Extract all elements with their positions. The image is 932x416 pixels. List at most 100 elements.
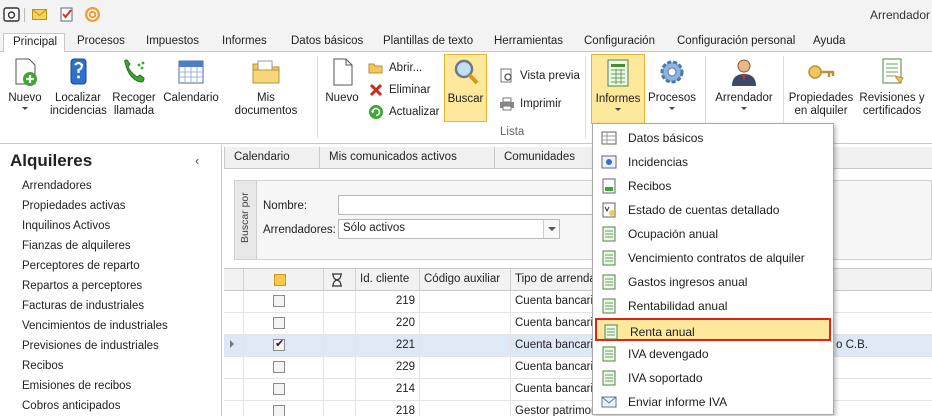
nuevo-button[interactable]: Nuevo (6, 56, 44, 110)
nav-item-cobros[interactable]: Cobros anticipados (22, 400, 120, 412)
row-checkbox-cell (244, 379, 324, 401)
menu-item-enviar-informe-iva[interactable]: Enviar informe IVA (595, 390, 831, 413)
tab-configuracion-personal[interactable]: Configuración personal (677, 33, 795, 52)
printer-icon (500, 97, 514, 111)
localizar-incidencias-button[interactable]: Localizar incidencias (50, 56, 107, 118)
nombre-input[interactable] (338, 195, 598, 215)
nav-item-arrendadores[interactable]: Arrendadores (22, 180, 92, 192)
data-table-icon (601, 131, 617, 145)
nav-item-emisiones[interactable]: Emisiones de recibos (22, 380, 131, 392)
account-statement-icon (602, 202, 616, 218)
left-navigation-panel: Alquileres ‹ Arrendadores Propiedades ac… (0, 145, 222, 416)
row-checkbox[interactable] (273, 337, 285, 351)
tab-procesos[interactable]: Procesos (77, 33, 125, 52)
chevron-down-icon (741, 107, 747, 110)
row-checkbox-cell (244, 335, 324, 357)
report-icon (604, 324, 618, 340)
gear-icon (660, 60, 684, 84)
nav-item-fianzas[interactable]: Fianzas de alquileres (22, 240, 131, 252)
mis-documentos-button[interactable]: Mis documentos (226, 56, 306, 118)
search-incident-icon (70, 58, 87, 85)
tab-informes[interactable]: Informes (222, 33, 267, 52)
grid-header-id[interactable]: Id. cliente (356, 269, 420, 291)
menu-item-gastos-ingresos[interactable]: Gastos ingresos anual (595, 270, 831, 293)
nav-item-repartos[interactable]: Repartos a perceptores (22, 280, 142, 292)
tasks-icon[interactable] (58, 6, 75, 23)
menu-item-vencimiento-contratos[interactable]: Vencimiento contratos de alquiler (595, 246, 831, 269)
doc-tab-calendario[interactable]: Calendario (224, 147, 320, 169)
report-icon (602, 346, 616, 362)
tab-herramientas[interactable]: Herramientas (494, 33, 563, 52)
arrendadores-select[interactable]: Sólo activos (338, 219, 560, 239)
nombre-label: Nombre: (263, 200, 308, 212)
nav-item-perceptores[interactable]: Perceptores de reparto (22, 260, 140, 272)
menu-item-datos-basicos[interactable]: Datos básicos (595, 126, 831, 149)
imprimir-button[interactable]: Imprimir (499, 94, 562, 114)
row-checkbox[interactable] (273, 383, 285, 395)
rss-icon[interactable] (84, 6, 101, 23)
nav-item-recibos[interactable]: Recibos (22, 360, 64, 372)
quick-access-separator (24, 8, 25, 22)
select-all-checkbox[interactable] (274, 274, 286, 286)
grid-header-indicator (224, 269, 244, 291)
buscar-button[interactable]: Buscar (444, 54, 487, 122)
calendario-button[interactable]: Calendario (163, 56, 219, 105)
menu-item-ocupacion-anual[interactable]: Ocupación anual (595, 222, 831, 245)
row-indicator-cell (224, 379, 244, 401)
chevron-down-icon (669, 107, 675, 110)
tab-plantillas[interactable]: Plantillas de texto (383, 33, 473, 52)
actualizar-button[interactable]: Actualizar (368, 102, 440, 122)
tab-configuracion[interactable]: Configuración (584, 33, 655, 52)
app-logo-icon[interactable] (3, 6, 20, 23)
tab-datos-basicos[interactable]: Datos básicos (291, 33, 363, 52)
receipt-icon (602, 178, 616, 194)
user-icon (732, 59, 756, 86)
tab-principal[interactable]: Principal (3, 33, 65, 53)
cell-codigo (420, 401, 511, 416)
nav-item-facturas[interactable]: Facturas de industriales (22, 300, 144, 312)
vista-previa-button[interactable]: Vista previa (499, 66, 580, 86)
nuevo-lista-button[interactable]: Nuevo (323, 56, 361, 105)
menu-item-rentabilidad-anual[interactable]: Rentabilidad anual (595, 294, 831, 317)
cell-id: 221 (356, 335, 420, 357)
arrendador-button[interactable]: Arrendador (712, 56, 776, 110)
row-status-cell (324, 313, 356, 335)
doc-tab-comunidades[interactable]: Comunidades (495, 147, 605, 169)
eliminar-button[interactable]: Eliminar (368, 80, 431, 100)
grid-header-codigo[interactable]: Código auxiliar (420, 269, 511, 291)
nav-item-propiedades-activas[interactable]: Propiedades activas (22, 200, 126, 212)
propiedades-alquiler-button[interactable]: Propiedades en alquiler (788, 56, 854, 118)
revisiones-certificados-button[interactable]: Revisiones y certificados (858, 56, 926, 118)
mail-icon[interactable] (31, 6, 48, 23)
menu-item-iva-devengado[interactable]: IVA devengado (595, 342, 831, 365)
menu-item-estado-cuentas[interactable]: Estado de cuentas detallado (595, 198, 831, 221)
procesos-button[interactable]: Procesos (648, 56, 696, 110)
nav-item-previsiones[interactable]: Previsiones de industriales (22, 340, 159, 352)
window-title: Arrendador (869, 8, 930, 22)
row-checkbox[interactable] (273, 405, 285, 416)
send-report-icon (601, 396, 617, 408)
report-icon (602, 226, 616, 242)
row-indicator-cell (224, 313, 244, 335)
menu-item-recibos[interactable]: Recibos (595, 174, 831, 197)
informes-button[interactable]: Informes (591, 54, 645, 124)
tab-impuestos[interactable]: Impuestos (146, 33, 199, 52)
row-checkbox[interactable] (273, 361, 285, 373)
cell-codigo (420, 335, 511, 357)
recoger-llamada-button[interactable]: Recoger llamada (111, 56, 157, 118)
chevron-down-icon[interactable] (543, 220, 559, 238)
doc-tab-comunicados[interactable]: Mis comunicados activos (320, 147, 495, 169)
abrir-button[interactable]: Abrir... (368, 58, 422, 78)
row-checkbox[interactable] (273, 295, 285, 307)
menu-item-iva-soportado[interactable]: IVA soportado (595, 366, 831, 389)
menu-item-renta-anual[interactable]: Renta anual (595, 318, 831, 341)
chevron-left-icon[interactable]: ‹ (195, 153, 199, 168)
cell-id: 218 (356, 401, 420, 416)
grid-header-select-all[interactable] (244, 269, 324, 291)
tab-ayuda[interactable]: Ayuda (813, 33, 845, 52)
ribbon-tab-strip: Principal Procesos Impuestos Informes Da… (0, 30, 932, 53)
nav-item-inquilinos-activos[interactable]: Inquilinos Activos (22, 220, 110, 232)
menu-item-incidencias[interactable]: Incidencias (595, 150, 831, 173)
nav-item-vencimientos[interactable]: Vencimientos de industriales (22, 320, 168, 332)
row-checkbox[interactable] (273, 317, 285, 329)
